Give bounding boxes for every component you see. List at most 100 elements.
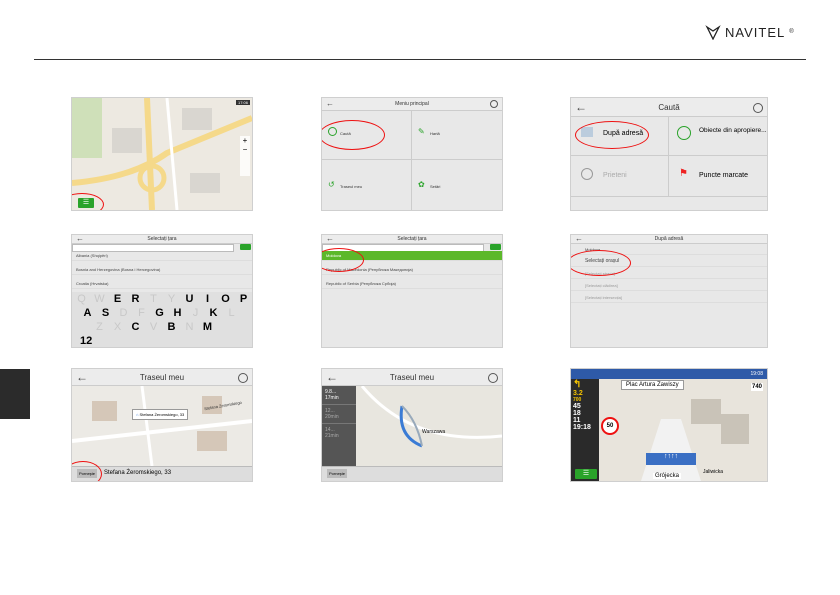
key[interactable]: V bbox=[146, 320, 161, 334]
key[interactable]: R bbox=[128, 292, 143, 306]
key[interactable]: B bbox=[164, 320, 179, 334]
speed-limit-sign: 50 bbox=[601, 417, 619, 435]
key[interactable]: U bbox=[182, 292, 197, 306]
key[interactable]: A bbox=[80, 306, 95, 320]
location-popup[interactable]: ⌂ Stefana Żeromskiego, 33 bbox=[132, 409, 189, 420]
key[interactable]: Z bbox=[92, 320, 107, 334]
key[interactable]: N bbox=[182, 320, 197, 334]
remaining-distance: 18 bbox=[573, 410, 581, 417]
key[interactable]: Q bbox=[74, 292, 89, 306]
home-icon: ⌂ bbox=[136, 412, 139, 417]
back-arrow-icon[interactable]: ← bbox=[76, 370, 88, 384]
turn-distance: 3.2 bbox=[573, 390, 583, 397]
screenshot-navigation: 19:08 Plac Artura Zawiszy 740 ↰ 3.2 700 … bbox=[570, 368, 768, 482]
key[interactable]: T bbox=[146, 292, 161, 306]
menu-item-label: Hartă bbox=[430, 131, 440, 136]
route-options-panel: 9.8... 17min 12... 20min 14... 21min bbox=[322, 386, 356, 466]
route-address: Stefana Żeromskiego, 33 bbox=[104, 470, 172, 476]
search-go-button[interactable] bbox=[240, 244, 251, 250]
screenshot-select-country-keyboard: ← Selectați țara Albania (Shqipëri) Bosn… bbox=[71, 234, 253, 348]
arrival-time: 19:18 bbox=[573, 424, 591, 431]
settings-icon[interactable] bbox=[238, 373, 248, 383]
key[interactable]: J bbox=[188, 306, 203, 320]
route-option[interactable]: 9.8... 17min bbox=[322, 386, 356, 405]
country-row[interactable]: Croatia (Hrvatska) bbox=[72, 279, 252, 289]
key[interactable]: O bbox=[218, 292, 233, 306]
map-background bbox=[72, 98, 252, 210]
main-menu-title: Meniu principal bbox=[395, 101, 429, 107]
key[interactable]: X bbox=[110, 320, 125, 334]
screenshot-my-route-pin: ← Traseul meu Stefana Żeromskiego ⌂ Stef… bbox=[71, 368, 253, 482]
side-street-name: Jaliwicka bbox=[703, 469, 724, 475]
search-favorites[interactable]: ⚑ Puncte marcate bbox=[669, 156, 767, 197]
route-start-label: Porneşte bbox=[329, 471, 346, 476]
key[interactable]: S bbox=[98, 306, 113, 320]
highlight-circle bbox=[571, 250, 631, 276]
zoom-controls[interactable]: + − bbox=[240, 136, 250, 176]
nav-left-panel: ↰ 3.2 700 45 18 11 19:18 bbox=[571, 379, 599, 481]
navitel-brand: NAVITEL bbox=[725, 24, 786, 40]
settings-icon[interactable] bbox=[488, 373, 498, 383]
key[interactable]: K bbox=[206, 306, 221, 320]
menu-item-map[interactable]: ✎ Hartă bbox=[412, 111, 502, 160]
key[interactable]: M bbox=[200, 320, 215, 334]
time-display: 17:06 bbox=[235, 100, 250, 105]
back-arrow-icon[interactable]: ← bbox=[326, 370, 338, 384]
route-time: 20min bbox=[325, 414, 339, 420]
route-start-button[interactable]: Porneşte bbox=[327, 469, 348, 478]
country-row[interactable]: Republic of Serbia (Република Србија) bbox=[322, 279, 502, 289]
screenshot-search: ← Caută După adresă Obiecte din apropier… bbox=[570, 97, 768, 211]
country-title: Selectați țara bbox=[147, 236, 177, 242]
nav-3d-map bbox=[571, 379, 767, 481]
search-item-label: Puncte marcate bbox=[699, 172, 749, 179]
key[interactable]: D bbox=[116, 306, 131, 320]
search-go-button[interactable] bbox=[490, 244, 501, 250]
screenshot-select-country-list: ← Selectați țara Moldova Republic of Mac… bbox=[321, 234, 503, 348]
trademark: ® bbox=[789, 29, 794, 35]
key[interactable]: Y bbox=[164, 292, 179, 306]
country-row[interactable]: Albania (Shqipëri) bbox=[72, 251, 252, 261]
key[interactable]: P bbox=[236, 292, 251, 306]
flag-icon: ⚑ bbox=[679, 168, 688, 179]
highlight-circle bbox=[322, 120, 385, 150]
back-arrow-icon[interactable]: ← bbox=[76, 235, 84, 243]
back-arrow-icon[interactable]: ← bbox=[575, 100, 587, 114]
back-arrow-icon[interactable]: ← bbox=[326, 99, 334, 108]
navitel-logo: NAVITEL ® bbox=[705, 24, 794, 40]
friends-icon bbox=[581, 168, 593, 180]
key[interactable]: H bbox=[170, 306, 185, 320]
country-row[interactable]: Bosnia and Herzegovina (Bosna i Hercegov… bbox=[72, 265, 252, 275]
menu-item-settings[interactable]: ✿ Setări bbox=[412, 160, 502, 210]
route-option[interactable]: 12... 20min bbox=[322, 405, 356, 424]
menu-item-my-route[interactable]: ↺ Traseul meu bbox=[322, 160, 412, 210]
key[interactable]: E bbox=[110, 292, 125, 306]
route-option[interactable]: 14... 21min bbox=[322, 424, 356, 442]
back-arrow-icon[interactable]: ← bbox=[575, 235, 583, 243]
address-row-building[interactable]: [Selectați clădirea] bbox=[571, 281, 767, 291]
settings-icon[interactable] bbox=[753, 103, 763, 113]
key[interactable]: W bbox=[92, 292, 107, 306]
popup-address: Stefana Żeromskiego, 33 bbox=[139, 412, 185, 417]
power-icon[interactable] bbox=[490, 100, 498, 108]
next-turn-distance: 740 bbox=[750, 383, 763, 391]
search-friends[interactable]: Prieteni bbox=[571, 156, 669, 197]
menu-button[interactable]: ☰ bbox=[575, 469, 597, 479]
search-title: Caută bbox=[658, 102, 680, 112]
nearby-icon bbox=[677, 126, 691, 140]
key[interactable]: I bbox=[200, 292, 215, 306]
search-titlebar: ← Caută bbox=[571, 98, 767, 117]
map-icon: ✎ bbox=[418, 127, 425, 136]
key[interactable]: G bbox=[152, 306, 167, 320]
back-arrow-icon[interactable]: ← bbox=[326, 235, 334, 243]
key[interactable]: F bbox=[134, 306, 149, 320]
numeric-key[interactable]: 12 bbox=[80, 335, 92, 347]
main-menu-titlebar: ← Meniu principal bbox=[322, 98, 502, 111]
key[interactable]: C bbox=[128, 320, 143, 334]
address-row-intersection[interactable]: [Selectați intersecția] bbox=[571, 293, 767, 303]
search-item-label: Prieteni bbox=[603, 172, 627, 179]
key[interactable]: L bbox=[224, 306, 239, 320]
search-nearby[interactable]: Obiecte din apropiere... bbox=[669, 117, 767, 156]
next-turn-distance-value: 740 bbox=[751, 384, 762, 390]
route-map bbox=[72, 386, 252, 466]
screenshot-map-menu: 17:06 ☰ + − bbox=[71, 97, 253, 211]
